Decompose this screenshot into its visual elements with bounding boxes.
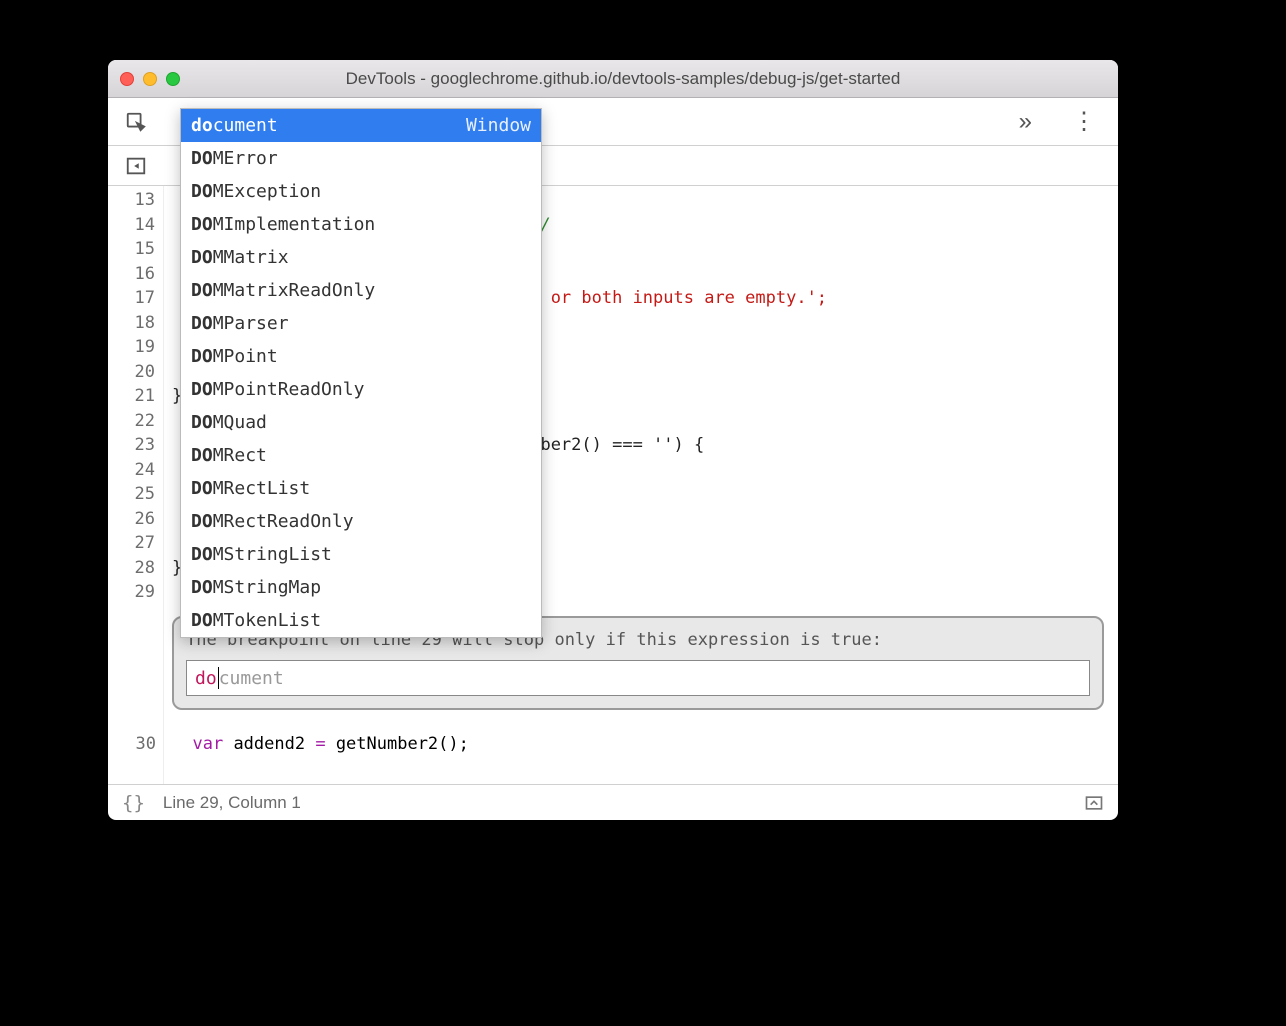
line-number[interactable]: 13 — [108, 188, 155, 213]
devtools-window: DevTools - googlechrome.github.io/devtoo… — [108, 60, 1118, 820]
line-number[interactable]: 30 — [108, 734, 164, 754]
line-number[interactable]: 25 — [108, 482, 155, 507]
window-title: DevTools - googlechrome.github.io/devtoo… — [140, 69, 1106, 89]
line-number[interactable]: 27 — [108, 531, 155, 556]
line-gutter[interactable]: 13 14 15 16 17 18 19 20 21 22 23 24 25 2… — [108, 186, 164, 784]
code-text[interactable]: var addend2 = getNumber2(); — [172, 734, 469, 754]
line-number[interactable]: 29 — [108, 580, 155, 605]
autocomplete-item[interactable]: DOMRectList — [181, 472, 541, 505]
autocomplete-item[interactable]: DOMMatrix — [181, 241, 541, 274]
line-number[interactable]: 28 — [108, 556, 155, 581]
autocomplete-item[interactable]: DOMTokenList — [181, 604, 541, 637]
kebab-menu-icon[interactable]: ⋮ — [1064, 107, 1104, 136]
titlebar: DevTools - googlechrome.github.io/devtoo… — [108, 60, 1118, 98]
autocomplete-item[interactable]: DOMStringMap — [181, 571, 541, 604]
autocomplete-item[interactable]: documentWindow — [181, 109, 541, 142]
editor-statusbar: {} Line 29, Column 1 — [108, 784, 1118, 820]
autocomplete-item[interactable]: DOMError — [181, 142, 541, 175]
breakpoint-typed-text: do — [195, 668, 217, 689]
show-navigator-icon[interactable] — [124, 154, 148, 178]
show-console-drawer-icon[interactable] — [1084, 793, 1104, 813]
autocomplete-item[interactable]: DOMRect — [181, 439, 541, 472]
line-number[interactable]: 14 — [108, 213, 155, 238]
line-number[interactable]: 21 — [108, 384, 155, 409]
autocomplete-dropdown[interactable]: documentWindowDOMErrorDOMExceptionDOMImp… — [180, 108, 542, 638]
line-number[interactable]: 19 — [108, 335, 155, 360]
line-number[interactable]: 16 — [108, 262, 155, 287]
breakpoint-autocomplete-ghost: cument — [219, 668, 284, 689]
autocomplete-item[interactable]: DOMImplementation — [181, 208, 541, 241]
code-line-30: 30 var addend2 = getNumber2(); — [108, 734, 1118, 760]
more-tabs-icon[interactable]: » — [1011, 108, 1040, 136]
autocomplete-item[interactable]: DOMPoint — [181, 340, 541, 373]
breakpoint-expression-input[interactable]: document — [186, 660, 1090, 696]
line-number[interactable]: 15 — [108, 237, 155, 262]
pretty-print-icon[interactable]: {} — [122, 792, 145, 814]
line-number[interactable]: 22 — [108, 409, 155, 434]
line-number[interactable]: 23 — [108, 433, 155, 458]
autocomplete-item[interactable]: DOMPointReadOnly — [181, 373, 541, 406]
line-number[interactable]: 17 — [108, 286, 155, 311]
inspect-element-icon[interactable] — [122, 111, 150, 133]
autocomplete-item[interactable]: DOMParser — [181, 307, 541, 340]
line-number[interactable]: 24 — [108, 458, 155, 483]
cursor-position: Line 29, Column 1 — [163, 793, 301, 813]
autocomplete-item[interactable]: DOMQuad — [181, 406, 541, 439]
autocomplete-item[interactable]: DOMStringList — [181, 538, 541, 571]
line-number[interactable]: 18 — [108, 311, 155, 336]
autocomplete-item[interactable]: DOMException — [181, 175, 541, 208]
autocomplete-item[interactable]: DOMRectReadOnly — [181, 505, 541, 538]
line-number[interactable]: 26 — [108, 507, 155, 532]
line-number[interactable]: 20 — [108, 360, 155, 385]
autocomplete-item[interactable]: DOMMatrixReadOnly — [181, 274, 541, 307]
close-window-icon[interactable] — [120, 72, 134, 86]
